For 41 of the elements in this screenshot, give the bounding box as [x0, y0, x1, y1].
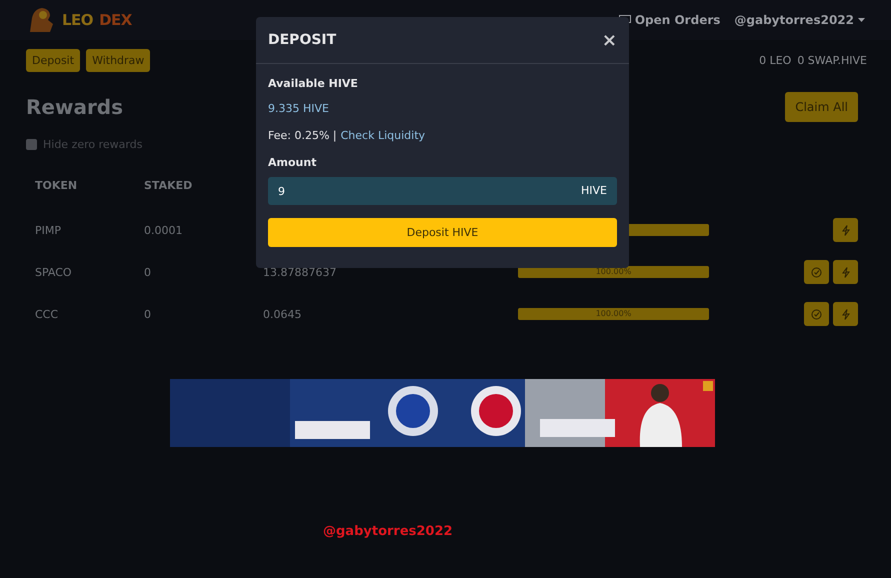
close-button[interactable]: ×: [602, 30, 617, 50]
pending-cell-text: 13.87887637: [263, 264, 338, 280]
column-header: STAKED: [144, 178, 194, 194]
available-label: Available HIVE: [268, 77, 359, 90]
checkbox-label: Hide zero rewards: [43, 138, 142, 151]
balance-text: 0 SWAP.HIVE: [797, 54, 867, 66]
column-header: TOKEN: [35, 178, 78, 194]
progress-label: 100.00%: [594, 266, 632, 278]
deposit-submit-button[interactable]: Deposit HIVE: [268, 218, 617, 247]
logo-text: LEO: [62, 11, 94, 29]
amount-label: Amount: [268, 156, 318, 169]
staked-cell-text: 0.0001: [144, 222, 184, 238]
staked-cell-text: 0: [144, 264, 152, 280]
token-cell-text: SPACO: [35, 264, 73, 280]
check-circle-icon: [811, 308, 822, 320]
stake-button[interactable]: [833, 218, 858, 242]
check-circle-icon: [811, 266, 822, 278]
logo-text: DEX: [99, 11, 132, 29]
lightning-icon: [840, 308, 850, 320]
caret-icon: [858, 18, 865, 22]
lightning-icon: [840, 224, 850, 236]
available-value: 9.335 HIVE: [268, 102, 330, 115]
pending-cell-text: 0.0645: [263, 306, 302, 322]
page-title: Rewards: [26, 95, 124, 119]
stake-button[interactable]: [833, 260, 858, 284]
checkbox[interactable]: [26, 139, 37, 150]
progress-label: 100.00%: [594, 308, 632, 320]
token-cell-text: PIMP: [35, 222, 62, 238]
dialog-title: DEPOSIT: [268, 32, 336, 48]
user-menu[interactable]: @gabytorres2022: [734, 13, 865, 27]
token-cell-text: CCC: [35, 306, 60, 322]
unit-label: HIVE: [581, 184, 607, 197]
staked-cell-text: 0: [144, 306, 152, 322]
stake-button[interactable]: [833, 302, 858, 326]
signature-text: @gabytorres2022: [323, 524, 454, 539]
fee-text: Fee: 0.25% |: [268, 129, 337, 142]
check-liquidity-link[interactable]: Check Liquidity: [340, 129, 426, 142]
claim-button[interactable]: [804, 260, 829, 284]
balance-text: 0 LEO: [759, 54, 792, 66]
lightning-icon: [840, 266, 850, 278]
claim-button[interactable]: [804, 302, 829, 326]
